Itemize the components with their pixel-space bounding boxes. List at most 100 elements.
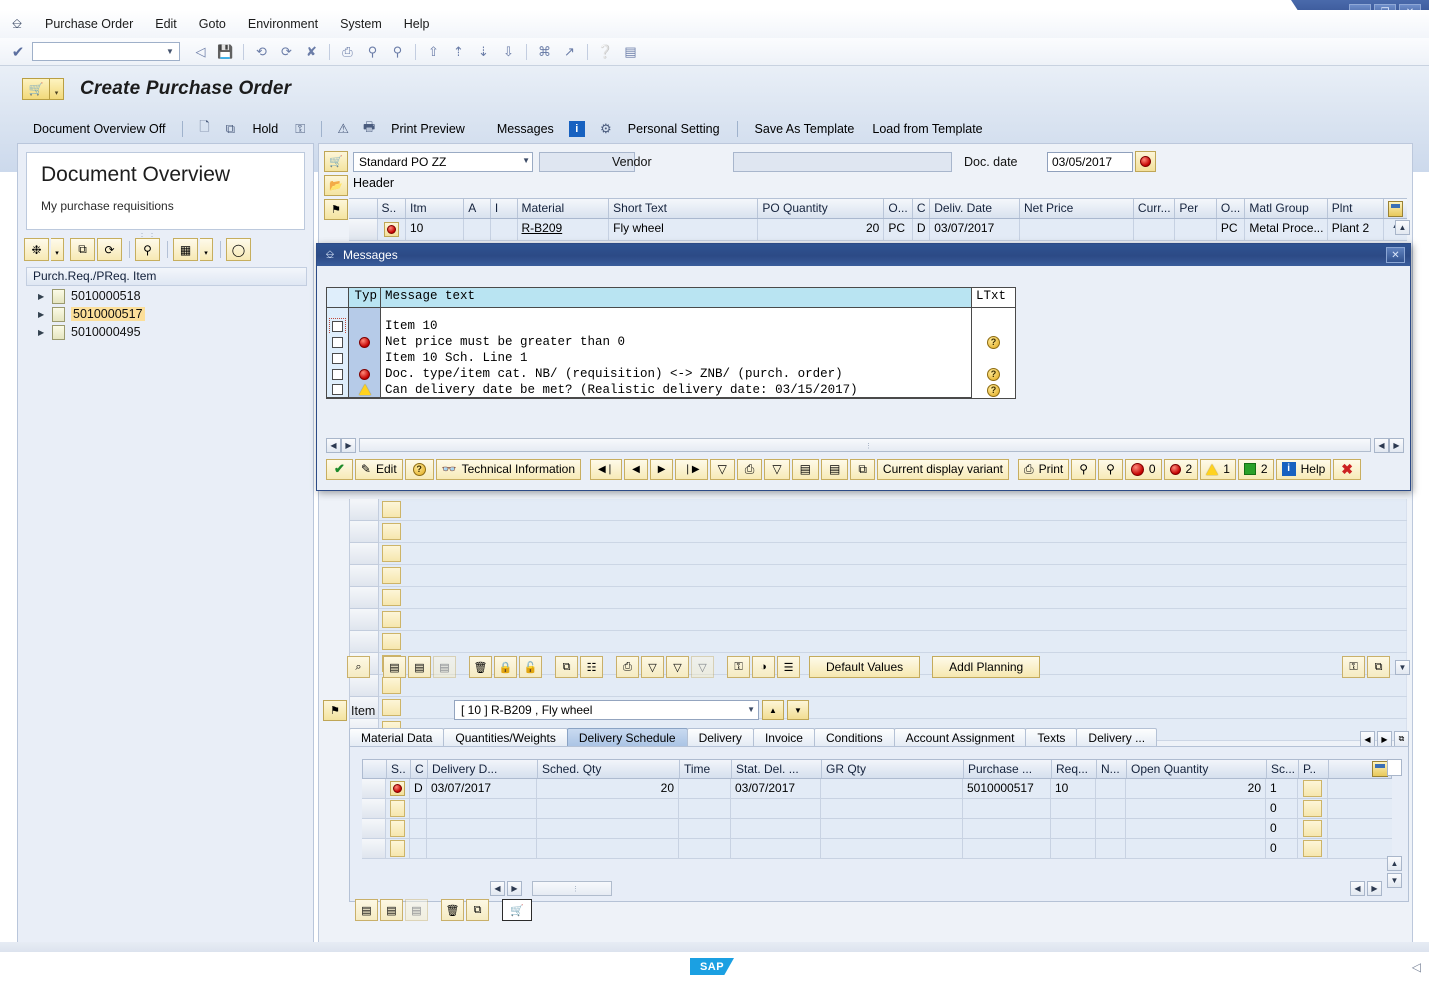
- back-icon[interactable]: ◁: [189, 41, 212, 63]
- cell-matl-group[interactable]: Metal Proce...: [1245, 219, 1328, 241]
- duplicate-row-icon[interactable]: ▤: [408, 656, 431, 678]
- table-row[interactable]: [349, 565, 1407, 587]
- document-overview-toggle[interactable]: Document Overview Off: [24, 119, 174, 139]
- messages-button[interactable]: Messages: [488, 119, 563, 139]
- row-empty-cells[interactable]: [403, 499, 1407, 521]
- help-info-button[interactable]: i Help: [1275, 458, 1332, 480]
- row-selector[interactable]: [349, 543, 379, 565]
- status-resize-icon[interactable]: ◁: [1412, 960, 1421, 974]
- message-checkbox[interactable]: [332, 352, 343, 364]
- chevron-down-icon[interactable]: ▼: [522, 156, 530, 165]
- create-document-icon[interactable]: 🗋: [193, 119, 215, 139]
- table-settings-icon[interactable]: ☷: [580, 656, 603, 678]
- default-values-button[interactable]: Default Values: [809, 656, 921, 678]
- scroll-right-icon[interactable]: ▶: [507, 880, 522, 896]
- print-icon[interactable]: ⎙: [616, 656, 639, 678]
- message-checkbox[interactable]: [332, 368, 343, 380]
- cell-po-quantity[interactable]: 20: [758, 219, 885, 241]
- ltxt-cell[interactable]: ?: [972, 334, 1015, 350]
- column-p[interactable]: P..: [1299, 760, 1329, 778]
- scroll-track[interactable]: ⋮: [359, 438, 1371, 452]
- row-status-cell[interactable]: [379, 565, 403, 587]
- row-empty-cells[interactable]: [403, 521, 1407, 543]
- expand-triangle-icon[interactable]: ▶: [38, 328, 52, 337]
- cancel-up-icon[interactable]: ⟳: [275, 41, 298, 63]
- first-message-button[interactable]: ◀❘: [590, 458, 623, 480]
- message-checkbox-cell[interactable]: [327, 334, 349, 350]
- tab-delivery-schedule[interactable]: Delivery Schedule: [566, 728, 688, 747]
- error-status-icon[interactable]: [390, 781, 405, 796]
- collapse-icon[interactable]: ⧉: [1367, 656, 1390, 678]
- row-selector[interactable]: [349, 219, 378, 241]
- tab-account-assignment[interactable]: Account Assignment: [893, 728, 1027, 747]
- column-req-item[interactable]: Req...: [1052, 760, 1097, 778]
- edit-button[interactable]: ✎ Edit: [354, 458, 403, 480]
- tab-list-icon[interactable]: ⧉: [1394, 731, 1409, 747]
- row-status-cell[interactable]: [386, 819, 410, 839]
- purchase-order-icon[interactable]: 🛒: [502, 899, 532, 921]
- cell-order-unit[interactable]: PC: [884, 219, 913, 241]
- column-sched-qty[interactable]: Sched. Qty: [538, 760, 680, 778]
- find-next-icon[interactable]: ⚲: [386, 41, 409, 63]
- column-deliv-date[interactable]: Deliv. Date: [930, 199, 1020, 218]
- cell-a[interactable]: [464, 219, 491, 241]
- delete-row-icon[interactable]: 🗑: [469, 656, 492, 678]
- cell-p[interactable]: [1298, 839, 1328, 859]
- help-icon[interactable]: ❔: [594, 41, 617, 63]
- tab-invoice[interactable]: Invoice: [752, 728, 815, 747]
- column-order-unit2[interactable]: O...: [1217, 199, 1246, 218]
- layout-dropdown-icon[interactable]: ▾: [200, 238, 213, 261]
- error-count-button[interactable]: 2: [1163, 458, 1199, 480]
- find-icon[interactable]: ⚲: [361, 41, 384, 63]
- cell-sched-qty[interactable]: 20: [537, 779, 679, 799]
- first-page-icon[interactable]: ⇧: [422, 41, 445, 63]
- column-matl-group[interactable]: Matl Group: [1245, 199, 1328, 218]
- column-itm[interactable]: Itm: [406, 199, 465, 218]
- expand-triangle-icon[interactable]: ▶: [38, 292, 52, 301]
- create-shortcut-icon[interactable]: ↗: [558, 41, 581, 63]
- find-icon[interactable]: ⚲: [135, 238, 160, 261]
- column-a[interactable]: A: [464, 199, 491, 218]
- column-open-quantity[interactable]: Open Quantity: [1127, 760, 1267, 778]
- table-row[interactable]: 0: [362, 819, 1392, 839]
- find-next-icon[interactable]: ⚲: [1098, 458, 1123, 480]
- cell-sc[interactable]: 0: [1266, 839, 1298, 859]
- long-text-help-icon[interactable]: ?: [987, 383, 1000, 397]
- row-status-cell[interactable]: [377, 219, 406, 241]
- scroll-left-icon[interactable]: ◀: [1374, 437, 1389, 453]
- personal-setting-button[interactable]: Personal Setting: [619, 119, 729, 139]
- cell-sc[interactable]: 0: [1266, 799, 1298, 819]
- previous-message-button[interactable]: ◀: [624, 458, 648, 480]
- row-selector[interactable]: [362, 839, 386, 859]
- previous-page-icon[interactable]: ⇡: [447, 41, 470, 63]
- technical-information-button[interactable]: 👓 Technical Information: [435, 458, 581, 480]
- next-message-button[interactable]: ▶: [649, 458, 674, 480]
- save-as-template-button[interactable]: Save As Template: [746, 119, 864, 139]
- po-type-select[interactable]: Standard PO ZZ ▼: [353, 152, 533, 172]
- message-checkbox[interactable]: [332, 384, 343, 395]
- vendor-field[interactable]: [733, 152, 952, 172]
- cell-order-unit2[interactable]: PC: [1216, 219, 1246, 241]
- cell-material[interactable]: R-B209: [517, 219, 610, 241]
- row-empty-cells[interactable]: [403, 565, 1407, 587]
- table-row[interactable]: 0: [362, 839, 1392, 859]
- row-status-cell[interactable]: [379, 631, 403, 653]
- refresh-icon[interactable]: ⟳: [97, 238, 122, 261]
- layout-save-icon[interactable]: ▤: [820, 458, 849, 480]
- column-ltxt[interactable]: LTxt: [972, 288, 1015, 308]
- save-icon[interactable]: 💾: [214, 41, 237, 63]
- table-row[interactable]: [349, 499, 1407, 521]
- cell-p[interactable]: [1298, 819, 1328, 839]
- print-preview-icon[interactable]: 🖶: [358, 119, 380, 139]
- enter-icon[interactable]: ✔: [8, 42, 28, 62]
- load-from-template-button[interactable]: Load from Template: [863, 119, 991, 139]
- hold-button[interactable]: Hold: [243, 119, 287, 139]
- menu-item-purchase-order[interactable]: Purchase Order: [34, 14, 144, 34]
- table-row[interactable]: 10 R-B209 Fly wheel 20 PC D 03/07/2017 P…: [349, 219, 1407, 241]
- column-material[interactable]: Material: [518, 199, 610, 218]
- filter-icon[interactable]: ▽: [709, 458, 735, 480]
- row-status-cell[interactable]: [386, 799, 410, 819]
- column-currency[interactable]: Curr...: [1134, 199, 1176, 218]
- column-message-text[interactable]: Message text: [381, 288, 971, 307]
- exit-icon[interactable]: ⟲: [250, 41, 273, 63]
